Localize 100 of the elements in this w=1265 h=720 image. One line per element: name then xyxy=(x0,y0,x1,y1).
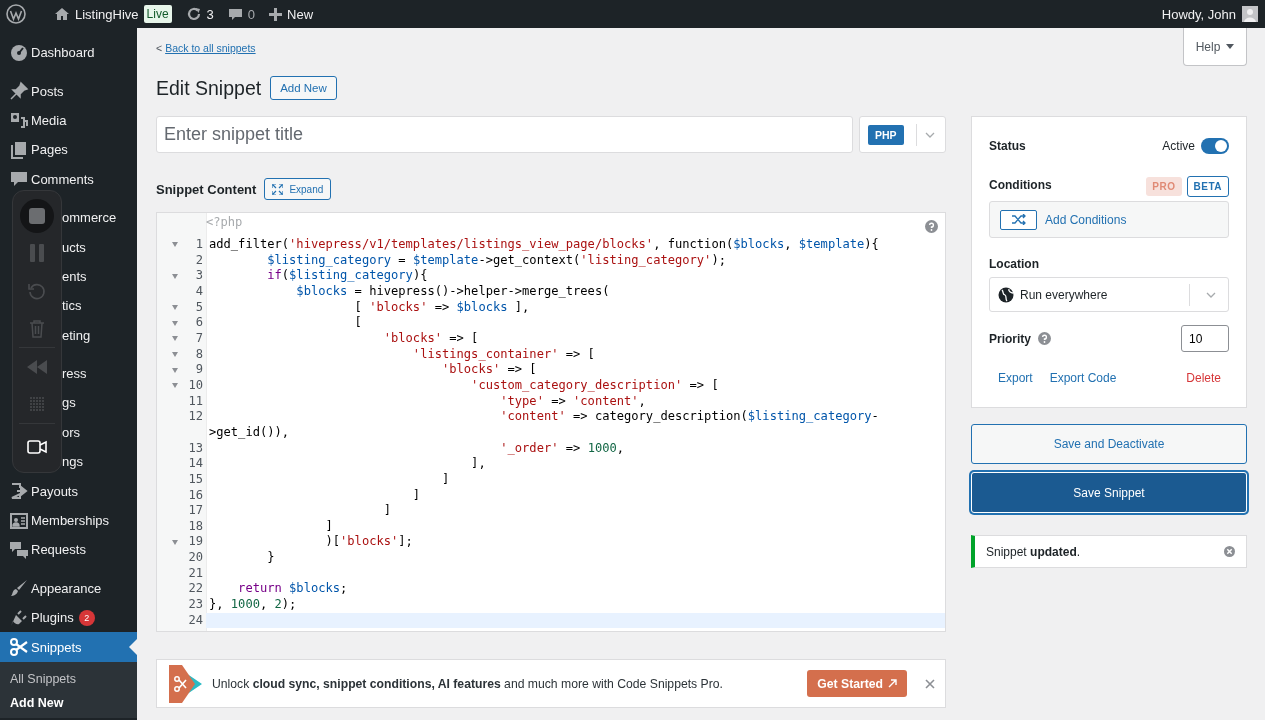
fold-triangle-icon[interactable] xyxy=(172,320,178,326)
save-button[interactable]: Save Snippet xyxy=(971,472,1247,513)
trash-icon[interactable] xyxy=(29,318,45,338)
fold-triangle-icon[interactable] xyxy=(172,242,178,248)
fold-triangle-icon[interactable] xyxy=(172,336,178,342)
line-number: 17 xyxy=(188,503,203,519)
line-number: 16 xyxy=(188,487,203,504)
save-deactivate-button[interactable]: Save and Deactivate xyxy=(971,424,1247,464)
fold-triangle-icon[interactable] xyxy=(172,304,178,310)
updates-count[interactable]: 3 xyxy=(206,6,214,22)
sidebar-item[interactable]: ngs xyxy=(0,447,137,477)
sidebar-item[interactable]: Dashboard xyxy=(0,38,137,68)
delete-link[interactable]: Delete xyxy=(1186,371,1221,385)
fold-triangle-icon[interactable] xyxy=(172,351,178,357)
sidebar-item[interactable]: tics xyxy=(0,291,137,321)
sidebar-item[interactable]: Snippets xyxy=(0,632,137,662)
code-line: ] xyxy=(324,518,333,535)
sidebar-item[interactable]: gs xyxy=(0,388,137,418)
code-line: ] xyxy=(411,487,421,504)
video-camera-icon[interactable] xyxy=(27,440,47,454)
fold-triangle-icon[interactable] xyxy=(172,367,178,373)
code-line: 'blocks' => [ xyxy=(382,330,479,347)
help-tab[interactable]: Help xyxy=(1183,28,1247,66)
code-line: 'blocks' => [ xyxy=(441,362,537,378)
code-line: ] xyxy=(382,503,392,519)
caret-icon xyxy=(1226,44,1235,49)
help-icon[interactable] xyxy=(925,220,938,233)
pause-icon[interactable] xyxy=(30,244,44,263)
code-snippets-logo-icon xyxy=(168,663,203,704)
dashboard-icon xyxy=(9,42,29,63)
close-icon[interactable] xyxy=(925,678,935,689)
comments-count[interactable]: 0 xyxy=(247,6,256,22)
status-toggle[interactable] xyxy=(1201,138,1229,154)
priority-field[interactable]: 10 xyxy=(1181,325,1229,352)
type-select[interactable]: PHP xyxy=(859,116,946,153)
sidebar-item[interactable]: ors xyxy=(0,417,137,448)
add-conditions-button[interactable]: Add Conditions xyxy=(989,201,1229,238)
code-line: }, 1000, 2); xyxy=(208,597,297,613)
code-line: '_order' => 1000, xyxy=(499,440,625,457)
stop-record-button[interactable] xyxy=(20,198,54,233)
sidebar-item[interactable]: ress xyxy=(0,358,137,389)
help-icon[interactable] xyxy=(1038,332,1051,345)
sidebar-item[interactable]: ommerce xyxy=(0,202,137,233)
dots-grid-icon[interactable] xyxy=(29,396,45,413)
fold-triangle-icon[interactable] xyxy=(172,539,178,545)
export-link[interactable]: Export Code xyxy=(1049,371,1117,385)
fold-triangle-icon[interactable] xyxy=(172,383,178,389)
export-link[interactable]: Export xyxy=(998,371,1033,385)
add-new-button[interactable]: Add New xyxy=(270,76,337,100)
sidebar-item[interactable]: Appearance xyxy=(0,573,137,604)
code-line: add_filter('hivepress/v1/templates/listings_view_page/blocks', function($blocks, $template){ xyxy=(208,237,879,253)
sidebar-item[interactable]: eting xyxy=(0,320,137,350)
avatar-icon[interactable] xyxy=(1242,6,1258,22)
sidebar-item[interactable]: Posts xyxy=(0,76,137,106)
sidebar-item[interactable]: Payouts xyxy=(0,476,137,506)
new-link[interactable]: New xyxy=(287,6,314,22)
line-number: 7 xyxy=(195,330,203,347)
comment-icon[interactable] xyxy=(227,6,243,22)
beta-badge: BETA xyxy=(1186,175,1229,197)
pushpin-icon xyxy=(9,81,29,102)
updates-icon[interactable] xyxy=(185,6,202,22)
status-text: Active xyxy=(1162,139,1195,153)
sidebar-item[interactable]: Comments xyxy=(0,164,137,194)
home-icon[interactable] xyxy=(54,6,70,22)
sidebar-item[interactable]: Media xyxy=(0,105,137,136)
chevron-down-icon xyxy=(924,131,935,138)
sidebar-item[interactable]: ents xyxy=(0,261,137,292)
code-line: [ xyxy=(353,315,362,331)
sidebar-item-label: Media xyxy=(31,112,67,128)
submenu-item[interactable]: Add New xyxy=(0,690,137,715)
code-line: ] xyxy=(441,471,450,488)
brush-icon xyxy=(9,578,29,599)
pro-badge: PRO xyxy=(1146,176,1182,196)
line-number: 23 xyxy=(188,597,203,613)
wordpress-icon[interactable] xyxy=(6,4,26,24)
back-link[interactable]: Back to all snippets xyxy=(165,42,256,54)
submenu-item[interactable]: All Snippets xyxy=(0,666,137,691)
rewind-icon[interactable] xyxy=(26,359,48,374)
line-number: 14 xyxy=(188,456,203,472)
pages-icon xyxy=(9,139,29,160)
id-card-icon xyxy=(9,510,29,531)
dismiss-icon[interactable] xyxy=(1224,546,1235,557)
exit-arrow-icon xyxy=(9,481,29,502)
sidebar-item[interactable]: ucts xyxy=(0,232,137,262)
line-number: 24 xyxy=(188,612,203,629)
sidebar-item[interactable]: Requests xyxy=(0,535,137,565)
sidebar-item[interactable]: Plugins 2 xyxy=(0,603,137,633)
chevron-down-icon xyxy=(1206,291,1216,298)
sidebar-item[interactable]: Memberships xyxy=(0,505,137,536)
sidebar-item[interactable]: Pages xyxy=(0,135,137,165)
location-select[interactable]: Run everywhere xyxy=(989,277,1229,312)
media-icon xyxy=(9,110,29,131)
line-number: 2 xyxy=(195,252,203,269)
fold-triangle-icon[interactable] xyxy=(172,273,178,279)
plus-icon[interactable] xyxy=(269,7,283,21)
expand-button[interactable]: Expand xyxy=(264,178,332,200)
greeting-link[interactable]: Howdy, John xyxy=(1161,6,1236,22)
code-line: )['blocks']; xyxy=(324,534,413,551)
site-name-link[interactable]: ListingHive xyxy=(75,6,139,22)
snippet-title-field[interactable]: Enter snippet title xyxy=(156,116,853,153)
